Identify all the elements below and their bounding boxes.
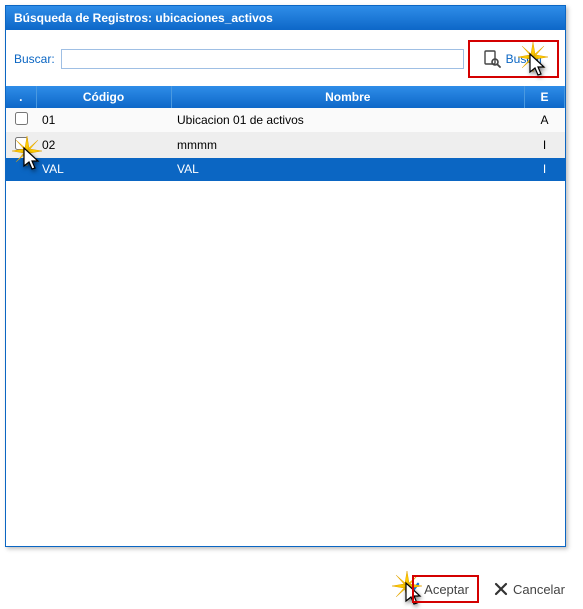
- row-select-cell[interactable]: [6, 108, 36, 133]
- cell-e: I: [525, 158, 565, 181]
- search-records-window: Búsqueda de Registros: ubicaciones_activ…: [5, 5, 566, 547]
- search-label: Buscar:: [14, 52, 55, 66]
- row-checkbox[interactable]: [15, 137, 28, 150]
- col-header-e[interactable]: E: [525, 86, 565, 108]
- col-header-select[interactable]: .: [6, 86, 36, 108]
- cell-e: I: [525, 133, 565, 158]
- cell-code: VAL: [36, 158, 171, 181]
- row-checkbox[interactable]: [15, 112, 28, 125]
- table-row[interactable]: 01Ubicacion 01 de activosA: [6, 108, 565, 133]
- cell-name: VAL: [171, 158, 525, 181]
- search-button[interactable]: Buscar: [476, 46, 551, 72]
- col-header-code[interactable]: Código: [36, 86, 171, 108]
- check-icon: [404, 581, 420, 597]
- row-select-cell[interactable]: [6, 133, 36, 158]
- cell-name: mmmm: [171, 133, 525, 158]
- accept-button[interactable]: Aceptar: [396, 577, 477, 601]
- search-input[interactable]: [61, 49, 464, 69]
- col-header-name[interactable]: Nombre: [171, 86, 525, 108]
- cell-e: A: [525, 108, 565, 133]
- cell-name: Ubicacion 01 de activos: [171, 108, 525, 133]
- cell-code: 02: [36, 133, 171, 158]
- cancel-button-label: Cancelar: [513, 582, 565, 597]
- table-body: 01Ubicacion 01 de activosA02mmmmIVALVALI: [6, 108, 565, 181]
- footer-actions: Aceptar Cancelar: [394, 575, 573, 603]
- cancel-button[interactable]: Cancelar: [485, 577, 573, 601]
- results-table: . Código Nombre E 01Ubicacion 01 de acti…: [6, 86, 565, 181]
- table-header: . Código Nombre E: [6, 86, 565, 108]
- results-table-area: . Código Nombre E 01Ubicacion 01 de acti…: [6, 86, 565, 546]
- row-select-cell[interactable]: [6, 158, 36, 181]
- search-bar: Buscar: Buscar: [6, 30, 565, 86]
- close-icon: [493, 581, 509, 597]
- accept-button-label: Aceptar: [424, 582, 469, 597]
- search-button-label: Buscar: [506, 52, 543, 66]
- table-row[interactable]: 02mmmmI: [6, 133, 565, 158]
- table-row[interactable]: VALVALI: [6, 158, 565, 181]
- cell-code: 01: [36, 108, 171, 133]
- search-icon: [484, 50, 502, 68]
- window-title: Búsqueda de Registros: ubicaciones_activ…: [6, 6, 565, 30]
